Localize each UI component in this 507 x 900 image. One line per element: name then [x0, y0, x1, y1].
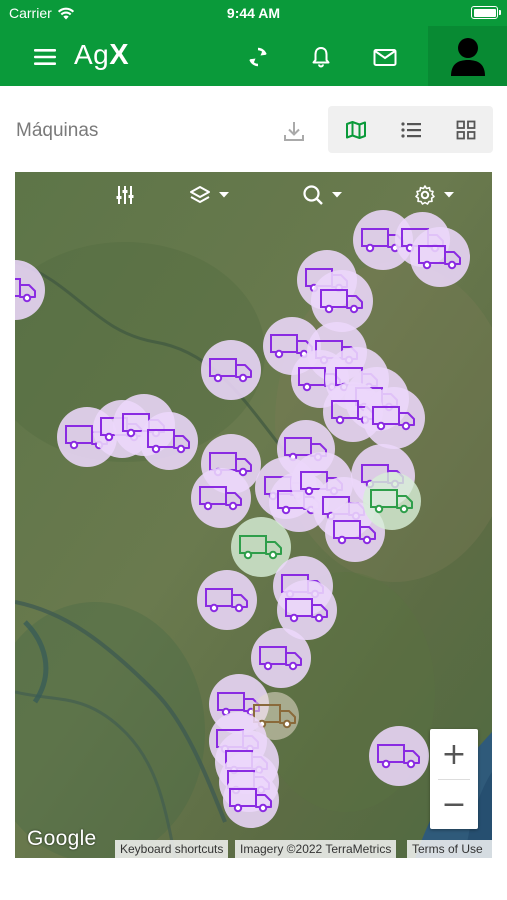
truck-icon — [147, 429, 190, 454]
menu-icon — [34, 49, 56, 65]
page-toolbar: Máquinas — [0, 86, 507, 166]
keyboard-shortcuts-link[interactable]: Keyboard shortcuts — [115, 840, 229, 858]
bell-icon — [312, 47, 330, 68]
clock: 9:44 AM — [226, 5, 281, 21]
zoom-out-button[interactable]: − — [430, 779, 478, 829]
machine-cluster-marker[interactable] — [201, 340, 261, 400]
filter-button[interactable] — [113, 182, 137, 208]
imagery-attribution: Imagery ©2022 TerraMetrics — [235, 840, 397, 858]
page-title: Máquinas — [16, 120, 99, 141]
truck-icon — [15, 278, 36, 303]
logo-suffix: X — [109, 39, 130, 71]
grid-view-button[interactable] — [438, 106, 493, 153]
truck-icon — [239, 535, 282, 560]
mail-icon — [373, 49, 397, 66]
logo-prefix: Ag — [74, 39, 110, 70]
messages-button[interactable] — [370, 42, 400, 72]
truck-icon — [372, 406, 415, 431]
list-icon — [400, 121, 421, 138]
settings-gear-icon — [415, 185, 435, 205]
layers-button[interactable] — [188, 182, 230, 208]
map-settings-button[interactable] — [413, 182, 455, 208]
truck-icon — [285, 598, 328, 623]
download-icon — [284, 122, 304, 141]
status-bar: Carrier 9:44 AM — [0, 0, 507, 26]
truck-icon — [333, 520, 376, 545]
map-icon — [345, 120, 366, 139]
truck-icon — [205, 588, 248, 613]
machine-cluster-marker[interactable] — [197, 570, 257, 630]
zoom-in-button[interactable]: + — [430, 729, 478, 779]
profile-button[interactable] — [428, 26, 507, 86]
google-logo: Google — [27, 827, 97, 850]
search-icon — [303, 185, 323, 205]
terms-of-use-link[interactable]: Terms of Use — [407, 840, 492, 858]
layers-icon — [190, 186, 210, 204]
filter-sliders-icon — [116, 186, 134, 204]
list-view-button[interactable] — [383, 106, 438, 153]
truck-icon — [418, 245, 461, 270]
truck-icon — [259, 646, 302, 671]
zoom-control: + − — [430, 729, 478, 829]
chevron-down-icon — [219, 192, 229, 198]
truck-icon — [199, 486, 242, 511]
truck-icon — [320, 289, 363, 314]
truck-icon — [377, 744, 420, 769]
satellite-map[interactable]: + − Google Keyboard shortcuts Imagery ©2… — [15, 172, 492, 858]
machine-cluster-marker[interactable] — [140, 412, 198, 470]
sync-button[interactable] — [243, 42, 273, 72]
battery-icon — [471, 6, 501, 19]
grid-icon — [456, 120, 475, 139]
map-search-button[interactable] — [301, 182, 343, 208]
chevron-down-icon — [444, 192, 454, 198]
user-avatar-icon — [450, 38, 485, 76]
machine-cluster-marker[interactable] — [369, 726, 429, 786]
truck-icon — [370, 489, 413, 514]
machine-cluster-marker[interactable] — [363, 387, 425, 449]
machine-cluster-marker[interactable] — [223, 772, 279, 828]
machine-cluster-marker[interactable] — [191, 468, 251, 528]
menu-button[interactable] — [30, 42, 60, 72]
machine-cluster-marker[interactable] — [251, 628, 311, 688]
machine-cluster-marker-green[interactable] — [363, 472, 421, 530]
app-logo: Ag X — [74, 39, 129, 72]
sync-icon — [249, 47, 267, 67]
map-view-button[interactable] — [328, 106, 383, 153]
app-header: Ag X — [0, 26, 507, 86]
download-button[interactable] — [281, 118, 307, 144]
machine-cluster-marker[interactable] — [410, 227, 470, 287]
notifications-button[interactable] — [306, 42, 336, 72]
view-mode-switch — [328, 106, 493, 153]
truck-icon — [209, 358, 252, 383]
truck-icon — [229, 788, 272, 813]
chevron-down-icon — [332, 192, 342, 198]
